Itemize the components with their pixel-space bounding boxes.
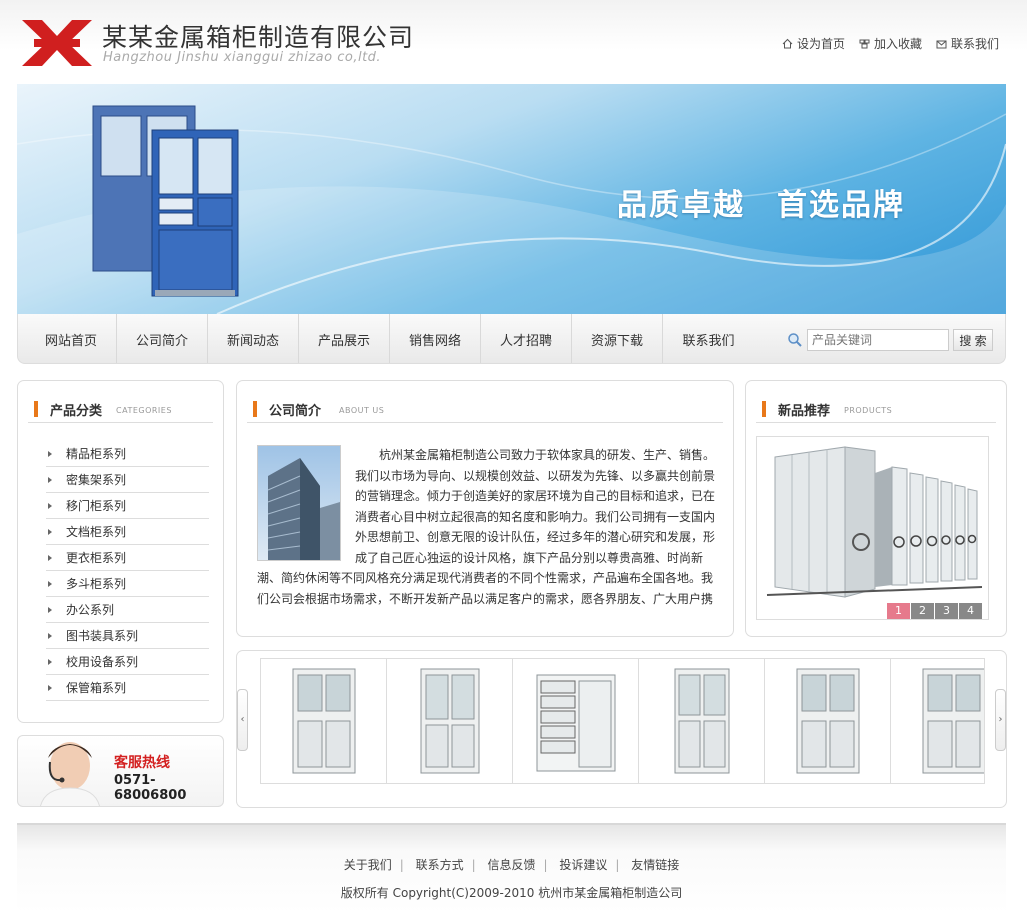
- category-item[interactable]: 校用设备系列: [46, 649, 209, 675]
- footer-link-about[interactable]: 关于我们: [344, 858, 392, 872]
- copyright: 版权所有 Copyright(C)2009-2010 杭州市某金属箱柜制造公司: [340, 886, 683, 900]
- new-product-slideshow[interactable]: 1 2 3 4: [756, 436, 989, 620]
- product-thumbnail[interactable]: [261, 659, 387, 783]
- hotline-label: 客服热线: [114, 755, 170, 771]
- file-cabinet-image: [674, 668, 729, 774]
- separator: |: [471, 858, 476, 872]
- category-item[interactable]: 更衣柜系列: [46, 545, 209, 571]
- hero-banner: 品质卓越 首选品牌: [17, 84, 1006, 314]
- nav-item-downloads[interactable]: 资源下载: [572, 314, 663, 363]
- product-thumbnails: [260, 658, 985, 784]
- sliding-cabinet-image: [796, 668, 859, 774]
- about-title: 公司简介: [269, 404, 322, 419]
- page-button-3[interactable]: 3: [935, 603, 958, 619]
- title-marker: [253, 401, 257, 417]
- hotline-box[interactable]: 客服热线 0571-68006800: [17, 735, 224, 807]
- glass-door-cabinet-image: [420, 668, 479, 774]
- hotline-phone: 0571-68006800: [114, 773, 187, 803]
- about-subtitle: ABOUT US: [339, 406, 385, 415]
- cabinet-image: [92, 105, 239, 297]
- set-homepage-link[interactable]: 设为首页: [782, 35, 845, 52]
- scroll-right-button[interactable]: ›: [995, 689, 1006, 751]
- category-item[interactable]: 办公系列: [46, 597, 209, 623]
- about-box: 公司简介 ABOUT US 杭州某金属箱柜制造公司致力于软体家具的研发、生产、销…: [236, 380, 734, 637]
- category-item[interactable]: 精品柜系列: [46, 441, 209, 467]
- search-button[interactable]: 搜 索: [953, 329, 993, 351]
- category-list: 精品柜系列 密集架系列 移门柜系列 文档柜系列 更衣柜系列 多斗柜系列 办公系列…: [46, 441, 209, 701]
- new-products-subtitle: PRODUCTS: [844, 406, 893, 415]
- set-homepage-label: 设为首页: [796, 37, 845, 51]
- footer-links: 关于我们 | 联系方式 | 信息反馈 | 投诉建议 | 友情链接: [17, 856, 1006, 873]
- top-links: 设为首页 加入收藏 联系我们: [782, 35, 999, 52]
- nav-item-products[interactable]: 产品展示: [299, 314, 390, 363]
- company-name: 某某金属箱柜制造有限公司: [102, 23, 415, 52]
- page-button-1[interactable]: 1: [887, 603, 910, 619]
- categories-title: 产品分类: [50, 404, 103, 419]
- contact-us-link[interactable]: 联系我们: [936, 35, 999, 52]
- product-thumbnail[interactable]: [765, 659, 891, 783]
- add-favorite-link[interactable]: 加入收藏: [859, 35, 922, 52]
- category-item[interactable]: 多斗柜系列: [46, 571, 209, 597]
- header: 某某金属箱柜制造有限公司 Hangzhou Jinshu xianggui zh…: [0, 0, 1027, 84]
- product-thumbnail[interactable]: [387, 659, 513, 783]
- page-button-2[interactable]: 2: [911, 603, 934, 619]
- product-thumbnail[interactable]: [891, 659, 984, 783]
- nav-item-about[interactable]: 公司简介: [117, 314, 208, 363]
- company-name-en: Hangzhou Jinshu xianggui zhizao co,ltd.: [103, 50, 382, 65]
- company-logo[interactable]: [22, 20, 92, 66]
- categories-subtitle: CATEGORIES: [116, 406, 172, 415]
- chevron-left-icon: ‹: [240, 714, 245, 725]
- product-thumbnail[interactable]: [639, 659, 765, 783]
- page-button-4[interactable]: 4: [959, 603, 982, 619]
- footer-link-complaints[interactable]: 投诉建议: [559, 858, 607, 872]
- favorite-icon: [859, 39, 870, 49]
- product-scroller: ‹ ›: [236, 650, 1007, 808]
- footer-link-friends[interactable]: 友情链接: [631, 858, 679, 872]
- title-marker: [34, 401, 38, 417]
- search-icon: [788, 333, 802, 347]
- separator: |: [615, 858, 620, 872]
- category-item[interactable]: 保管箱系列: [46, 675, 209, 701]
- separator: |: [399, 858, 404, 872]
- product-thumbnail[interactable]: [513, 659, 639, 783]
- about-text-block: 杭州某金属箱柜制造公司致力于软体家具的研发、生产、销售。我们以市场为导向、以规模…: [257, 445, 717, 611]
- contact-us-label: 联系我们: [950, 37, 999, 51]
- new-products-header: 新品推荐 PRODUCTS: [756, 395, 996, 423]
- new-products-title: 新品推荐: [778, 404, 831, 419]
- slideshow-pager: 1 2 3 4: [887, 603, 982, 619]
- scroll-left-button[interactable]: ‹: [237, 689, 248, 751]
- category-item[interactable]: 密集架系列: [46, 467, 209, 493]
- categories-header: 产品分类 CATEGORIES: [28, 395, 213, 423]
- home-icon: [782, 38, 793, 49]
- sliding-cabinet-image: [292, 668, 355, 774]
- category-item[interactable]: 移门柜系列: [46, 493, 209, 519]
- add-favorite-label: 加入收藏: [873, 37, 922, 51]
- nav-item-jobs[interactable]: 人才招聘: [481, 314, 572, 363]
- search-input[interactable]: [807, 329, 949, 351]
- sliding-cabinet-image: [922, 668, 984, 774]
- title-marker: [762, 401, 766, 417]
- footer-link-contact[interactable]: 联系方式: [416, 858, 464, 872]
- nav-item-contact[interactable]: 联系我们: [663, 314, 754, 363]
- footer: 关于我们 | 联系方式 | 信息反馈 | 投诉建议 | 友情链接 版权所有 Copyri…: [17, 823, 1006, 913]
- separator: |: [543, 858, 548, 872]
- chevron-right-icon: ›: [998, 714, 1003, 725]
- service-agent-image: [40, 742, 100, 806]
- nav-item-sales[interactable]: 销售网络: [390, 314, 481, 363]
- new-products-box: 新品推荐 PRODUCTS 1 2 3 4: [745, 380, 1007, 637]
- banner-slogan: 品质卓越 首选品牌: [617, 188, 905, 223]
- contact-icon: [936, 40, 947, 49]
- category-item[interactable]: 图书装具系列: [46, 623, 209, 649]
- nav-item-home[interactable]: 网站首页: [26, 314, 117, 363]
- main-nav: 网站首页 公司简介 新闻动态 产品展示 销售网络 人才招聘 资源下载 联系我们 …: [17, 314, 1006, 364]
- category-item[interactable]: 文档柜系列: [46, 519, 209, 545]
- mobile-shelving-image: [766, 446, 983, 598]
- nav-item-news[interactable]: 新闻动态: [208, 314, 299, 363]
- footer-link-feedback[interactable]: 信息反馈: [487, 858, 535, 872]
- drawer-cabinet-image: [536, 674, 615, 772]
- about-header: 公司简介 ABOUT US: [247, 395, 723, 423]
- search-bar: 搜 索: [787, 329, 993, 351]
- categories-box: 产品分类 CATEGORIES 精品柜系列 密集架系列 移门柜系列 文档柜系列 …: [17, 380, 224, 723]
